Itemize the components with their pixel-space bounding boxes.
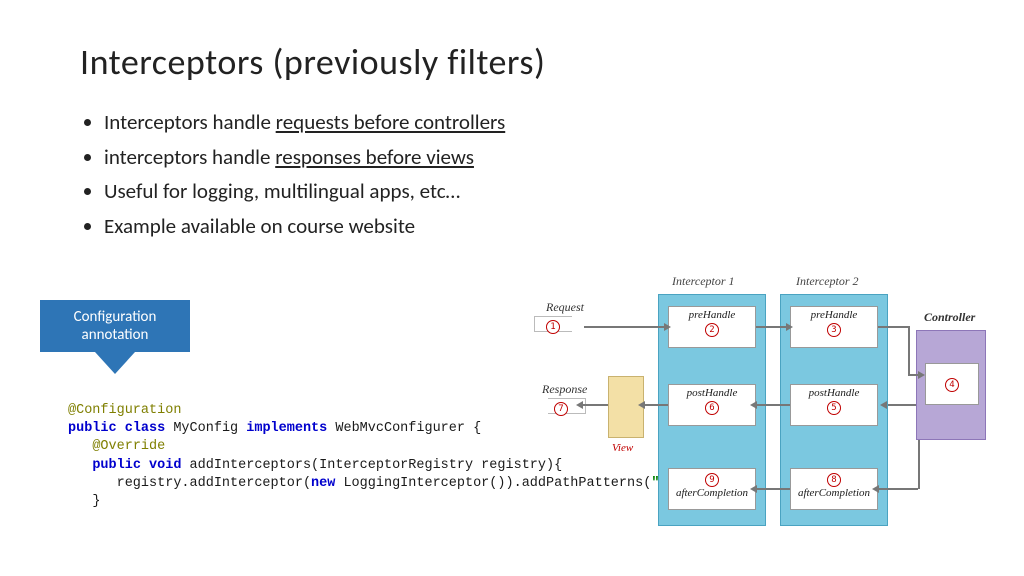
controller-label: Controller <box>924 310 975 325</box>
bullet-4: Example available on course website <box>104 210 954 243</box>
interceptor-2-label: Interceptor 2 <box>796 274 859 289</box>
callout-arrow-icon <box>95 352 135 374</box>
bullet-list: Interceptors handle requests before cont… <box>104 106 954 242</box>
posthandle-2: postHandle5 <box>790 384 878 426</box>
callout-line1: Configuration <box>44 308 186 326</box>
step-7: 7 <box>554 402 568 416</box>
controller-box: 4 <box>916 330 986 440</box>
slide-title: Interceptors (previously filters) <box>80 40 954 84</box>
interceptor-1-label: Interceptor 1 <box>672 274 735 289</box>
view-label: View <box>612 442 633 454</box>
step-1: 1 <box>546 320 560 334</box>
posthandle-1: postHandle6 <box>668 384 756 426</box>
aftercompletion-2: 8afterCompletion <box>790 468 878 510</box>
bullet-3: Useful for logging, multilingual apps, e… <box>104 175 954 208</box>
response-label: Response <box>542 382 587 397</box>
bullet-2: interceptors handle responses before vie… <box>104 141 954 174</box>
config-annotation-callout: Configuration annotation <box>40 300 190 374</box>
bullet-1: Interceptors handle requests before cont… <box>104 106 954 139</box>
prehandle-2: preHandle3 <box>790 306 878 348</box>
interceptor-diagram: Interceptor 1 Interceptor 2 Controller 4… <box>528 272 1008 562</box>
prehandle-1: preHandle2 <box>668 306 756 348</box>
aftercompletion-1: 9afterCompletion <box>668 468 756 510</box>
callout-line2: annotation <box>44 326 186 344</box>
